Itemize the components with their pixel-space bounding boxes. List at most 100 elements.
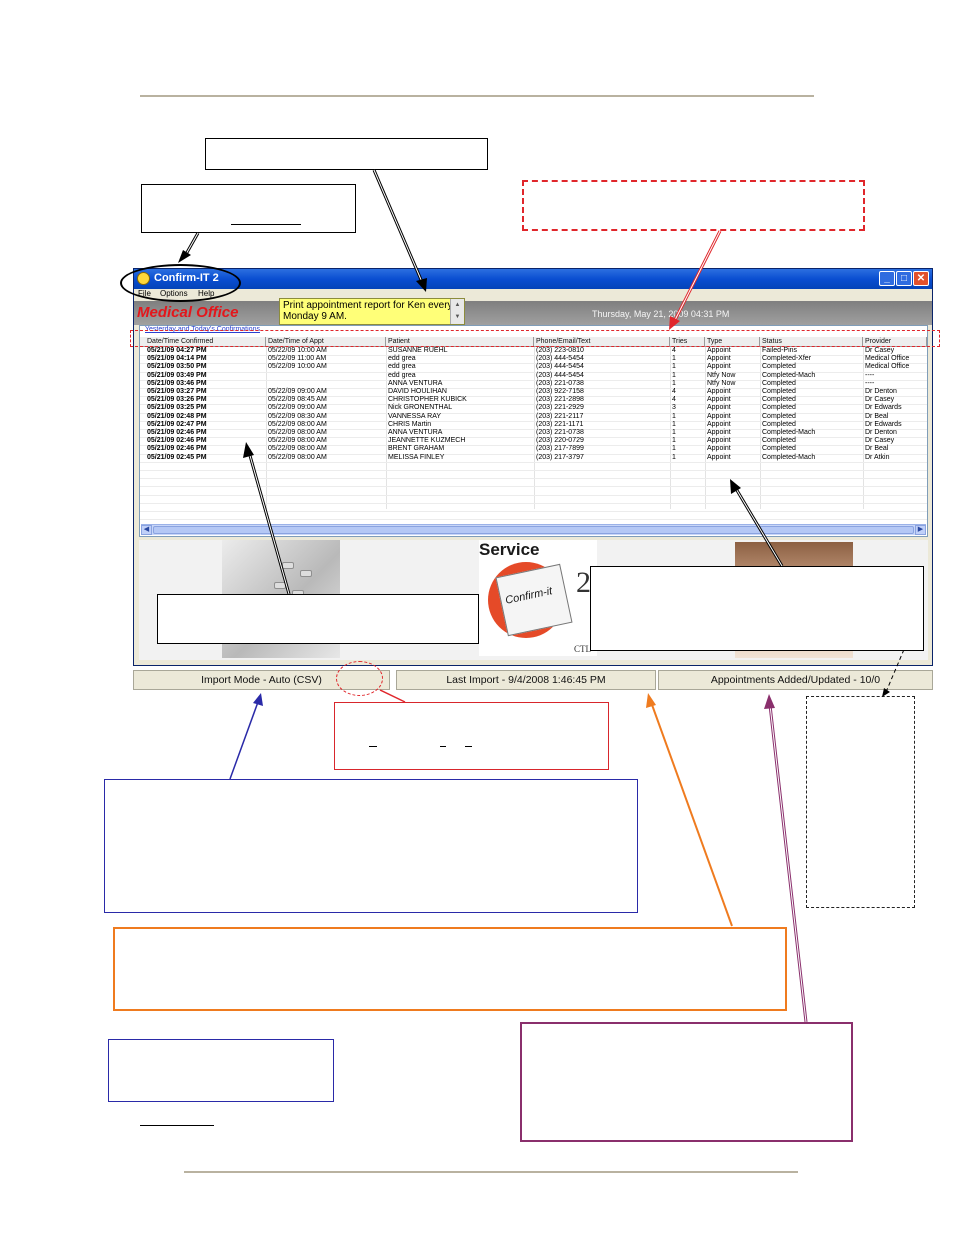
table-cell: Completed (762, 379, 796, 387)
callout-grid-status (590, 566, 924, 651)
scroll-left-icon[interactable]: ◀ (141, 525, 152, 535)
table-cell: (203) 444-5454 (536, 363, 584, 371)
table-cell: BRENT GRAHAM (388, 445, 445, 453)
table-row[interactable]: 05/21/09 03:25 PM 05/22/09 09:00 AM Nick G… (140, 404, 927, 412)
callout-title (141, 184, 356, 233)
table-cell: 05/21/09 02:47 PM (147, 420, 207, 428)
callout-marquee (205, 138, 488, 170)
table-cell: Appoint (707, 453, 731, 461)
grid-row-line (140, 478, 927, 480)
grid-header-highlight (130, 330, 940, 347)
table-cell: Ntfy Now (707, 371, 736, 379)
header-rule (140, 95, 814, 97)
callout-grid-header (522, 180, 865, 231)
table-cell: Dr Edwards (865, 404, 902, 412)
table-row[interactable]: 05/21/09 04:14 PM 05/22/09 11:00 AM edd gr… (140, 355, 927, 363)
table-row[interactable]: 05/21/09 03:26 PM 05/22/09 08:45 AM CHRIST… (140, 396, 927, 404)
horizontal-scrollbar[interactable]: ◀ ▶ (141, 524, 926, 535)
title-highlight-ellipse (120, 264, 241, 302)
key-icon (300, 570, 312, 577)
table-cell: 05/21/09 03:49 PM (147, 371, 207, 379)
confirmations-grid: Yesterday and Today's Confirmations Date… (139, 325, 928, 537)
table-cell: Completed (762, 445, 796, 453)
callout-last-import (113, 927, 787, 1011)
scroll-right-icon[interactable]: ▶ (915, 525, 926, 535)
table-cell: 05/21/09 02:46 PM (147, 445, 207, 453)
table-cell: 05/22/09 08:00 AM (268, 437, 327, 445)
table-cell: 05/21/09 04:27 PM (147, 347, 207, 354)
table-cell: Completed-Mach (762, 371, 816, 379)
table-cell: Dr Casey (865, 437, 895, 445)
table-cell: 05/21/09 03:50 PM (147, 363, 207, 371)
table-cell: Completed (762, 363, 796, 371)
table-cell: Completed (762, 388, 796, 395)
scroll-thumb[interactable] (153, 526, 914, 534)
table-row[interactable]: 05/21/09 04:27 PM 05/22/09 10:00 AM SUSANN… (140, 347, 927, 355)
close-button[interactable]: ✕ (913, 271, 929, 286)
table-cell: 05/22/09 08:45 AM (268, 396, 327, 404)
callout-divider-mark (465, 746, 472, 747)
table-cell: 1 (672, 363, 676, 371)
table-cell: (203) 221-0738 (536, 379, 584, 387)
table-cell: (203) 223-0810 (536, 347, 584, 354)
table-cell: Completed-Mach (762, 453, 816, 461)
table-cell: Completed-Mach (762, 429, 816, 436)
table-row[interactable]: 05/21/09 03:50 PM 05/22/09 10:00 AM edd gr… (140, 363, 927, 371)
table-cell: 05/22/09 09:00 AM (268, 404, 327, 412)
table-cell: 05/22/09 11:00 AM (268, 355, 327, 363)
table-row[interactable]: 05/21/09 02:47 PM 05/22/09 08:00 AM CHRIS … (140, 421, 927, 429)
table-row[interactable]: 05/21/09 03:27 PM 05/22/09 09:00 AM DAVID … (140, 388, 927, 396)
office-name: Medical Office (137, 304, 239, 321)
table-cell: 1 (672, 445, 676, 453)
table-cell: edd grea (388, 371, 416, 379)
callout-import-mode (104, 779, 638, 913)
table-cell: DAVID HOULIHAN (388, 388, 447, 395)
table-cell: 05/21/09 02:45 PM (147, 453, 207, 461)
table-cell: (203) 217-7899 (536, 445, 584, 453)
maximize-button[interactable]: □ (896, 271, 912, 286)
table-row[interactable]: 05/21/09 02:45 PM 05/22/09 08:00 AM MELISS… (140, 454, 927, 462)
table-cell: Dr Atkin (865, 453, 890, 461)
table-cell: Medical Office (865, 363, 910, 371)
table-cell: (203) 221-2898 (536, 396, 584, 404)
table-cell: CHRIS Martin (388, 420, 432, 428)
table-cell: Appoint (707, 445, 731, 453)
appointments-status[interactable]: Appointments Added/Updated - 10/0 (658, 670, 933, 690)
table-cell: Nick GRONENTHAL (388, 404, 453, 412)
current-datetime: Thursday, May 21, 2009 04:31 PM (592, 309, 730, 319)
last-import-status[interactable]: Last Import - 9/4/2008 1:46:45 PM (396, 670, 656, 690)
table-cell: (203) 221-0738 (536, 429, 584, 436)
table-row[interactable]: 05/21/09 02:46 PM 05/22/09 08:00 AM ANNA V… (140, 429, 927, 437)
table-cell: (203) 221-2117 (536, 412, 584, 420)
callout-title-underline (231, 224, 301, 225)
marquee-text: Print appointment report for Ken every M… (283, 300, 453, 322)
table-row[interactable]: 05/21/09 03:46 PM ANNA VENTURA (203) 221-0… (140, 380, 927, 388)
table-cell: Appoint (707, 388, 731, 395)
table-row[interactable]: 05/21/09 02:46 PM 05/22/09 08:00 AM BRENT … (140, 445, 927, 453)
table-cell: 05/22/09 09:00 AM (268, 388, 327, 395)
table-cell: edd grea (388, 355, 416, 363)
table-cell: (203) 221-1171 (536, 420, 584, 428)
table-cell: 1 (672, 437, 676, 445)
table-cell: Dr Casey (865, 396, 895, 404)
table-cell: 1 (672, 420, 676, 428)
table-cell: Appoint (707, 412, 731, 420)
table-cell: Completed (762, 437, 796, 445)
table-cell: ---- (865, 379, 875, 387)
table-row[interactable]: 05/21/09 03:49 PM edd grea (203) 444-5454 1… (140, 372, 927, 380)
marquee-scrollbar[interactable]: ▲ ▼ (450, 299, 464, 324)
table-cell: Appoint (707, 429, 731, 436)
table-cell: 05/22/09 10:00 AM (268, 347, 327, 354)
table-cell: 1 (672, 355, 676, 363)
table-cell: 05/21/09 03:46 PM (147, 379, 207, 387)
table-row[interactable]: 05/21/09 02:48 PM 05/22/09 08:30 AM VANNES… (140, 413, 927, 421)
note-underline (140, 1125, 214, 1126)
table-cell: Completed-Xfer (762, 355, 812, 363)
table-row[interactable]: 05/21/09 02:46 PM 05/22/09 08:00 AM JEANNE… (140, 437, 927, 445)
table-cell: 3 (672, 404, 676, 412)
minimize-button[interactable]: _ (879, 271, 895, 286)
title-bar: Confirm-IT 2 _ □ ✕ (134, 269, 932, 289)
table-cell: Appoint (707, 420, 731, 428)
logo-ctl: CTL (574, 644, 591, 654)
table-cell: (203) 221-2929 (536, 404, 584, 412)
